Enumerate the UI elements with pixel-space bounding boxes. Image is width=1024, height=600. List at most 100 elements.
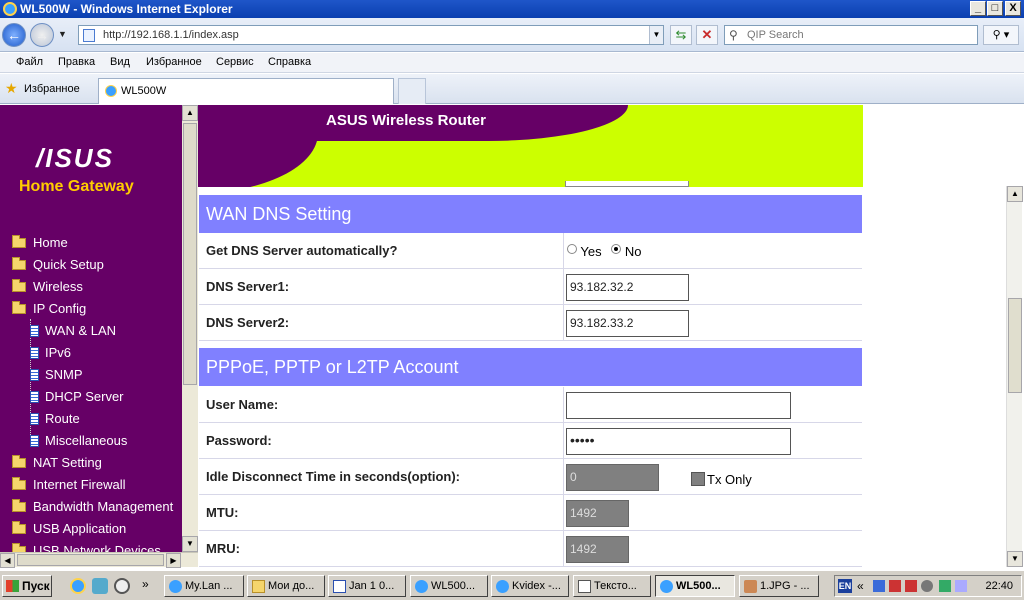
radio-no-label: No [624,244,642,259]
sidebar-item-miscellaneous[interactable]: Miscellaneous [30,433,127,448]
maximize-button[interactable]: □ [987,1,1003,16]
taskbar-button[interactable]: Тексто... [573,575,651,597]
address-field[interactable]: http://192.168.1.1/index.asp ▼ [78,25,664,45]
document-icon [333,580,346,593]
tx-only-checkbox[interactable] [691,472,705,486]
sidebar-item-wan-lan[interactable]: WAN & LAN [30,323,116,338]
scroll-down-icon[interactable]: ▼ [1007,551,1023,567]
taskbar-button-active[interactable]: WL500... [655,575,735,597]
close-button[interactable]: X [1005,1,1021,16]
address-dropdown-icon[interactable]: ▼ [649,26,663,44]
sidebar-item-nat-setting[interactable]: NAT Setting [12,455,102,470]
tray-expand-icon[interactable]: « [857,579,864,593]
sidebar-item-usb-network-devices[interactable]: USB Network Devices [12,543,161,552]
menu-view[interactable]: Вид [110,56,130,68]
refresh-button[interactable]: ⇆ [670,25,692,45]
sidebar-item-usb-application[interactable]: USB Application [12,521,126,536]
sidebar-vertical-scrollbar[interactable]: ▲ ▼ [182,105,198,552]
dns1-input[interactable]: 93.182.32.2 [566,274,689,301]
quicklaunch-more-icon[interactable]: » [142,577,149,591]
username-input[interactable] [566,392,791,419]
taskbar-button-label: My.Lan ... [185,580,233,592]
sidebar-item-ipv6[interactable]: IPv6 [30,345,71,360]
column-divider [563,269,564,304]
ie-icon [496,580,509,593]
dns1-label: DNS Server1: [206,279,290,294]
radio-yes[interactable] [567,244,577,254]
sidebar-item-snmp[interactable]: SNMP [30,367,83,382]
asus-logo: /ISUS [36,143,114,173]
radio-no[interactable] [611,244,622,254]
sidebar-item-ip-config[interactable]: IP Config [12,301,86,316]
page-vertical-scrollbar[interactable]: ▲ ▼ [1006,186,1023,567]
tab-wl500w[interactable]: WL500W [98,78,394,104]
new-tab-button[interactable] [398,78,426,104]
language-indicator[interactable]: EN [838,579,852,593]
ie-quicklaunch-icon[interactable] [70,578,86,594]
back-button[interactable]: ← [2,23,26,47]
media-quicklaunch-icon[interactable] [114,578,130,594]
taskbar-button[interactable]: 1.JPG - ... [739,575,819,597]
taskbar-button[interactable]: Kvidex -... [491,575,569,597]
sidebar-item-dhcp-server[interactable]: DHCP Server [30,389,124,404]
messenger-icon[interactable] [955,580,967,592]
tx-only-option[interactable]: Tx Only [691,472,752,487]
sidebar-item-internet-firewall[interactable]: Internet Firewall [12,477,125,492]
taskbar-button-label: Kvidex -... [512,580,561,592]
minimize-button[interactable]: _ [970,1,986,16]
scroll-up-icon[interactable]: ▲ [1007,186,1023,202]
section-title: WAN DNS Setting [206,204,352,224]
history-dropdown-icon[interactable]: ▼ [58,29,67,39]
sidebar-item-quick-setup[interactable]: Quick Setup [12,257,104,272]
network-disconnected-icon[interactable] [905,580,917,592]
scroll-down-icon[interactable]: ▼ [182,536,198,552]
taskbar-button[interactable]: Jan 1 0... [328,575,406,597]
dns2-input[interactable]: 93.182.33.2 [566,310,689,337]
scroll-right-icon[interactable]: ▶ [166,553,181,568]
scroll-up-icon[interactable]: ▲ [182,105,198,121]
network-disconnected-icon[interactable] [889,580,901,592]
password-input[interactable]: ••••• [566,428,791,455]
browser-quicklaunch-icon[interactable] [92,578,108,594]
menu-edit[interactable]: Правка [58,56,95,68]
mtu-input[interactable]: 1492 [566,500,629,527]
scroll-thumb[interactable] [17,554,164,566]
menu-help[interactable]: Справка [268,56,311,68]
forward-button[interactable]: → [30,23,54,47]
scroll-thumb[interactable] [183,123,197,385]
folder-icon [12,257,26,270]
router-banner: ASUS Wireless Router [198,105,863,187]
taskbar-button[interactable]: WL500... [410,575,488,597]
page-icon [83,29,95,42]
stop-button[interactable]: ✕ [696,25,718,45]
row-mtu: MTU: 1492 [199,495,862,531]
mru-input[interactable]: 1492 [566,536,629,563]
favorites-button[interactable]: Избранное [24,83,80,95]
sidebar-item-route[interactable]: Route [30,411,80,426]
sidebar-horizontal-scrollbar[interactable]: ◀ ▶ [0,552,198,568]
security-icon[interactable] [939,580,951,592]
menu-file[interactable]: Файл [16,56,43,68]
start-button[interactable]: Пуск [2,575,52,597]
page-icon [30,369,39,381]
scroll-thumb[interactable] [1008,298,1022,393]
dns-auto-label: Get DNS Server automatically? [206,243,398,258]
taskbar-button[interactable]: My.Lan ... [164,575,244,597]
scroll-left-icon[interactable]: ◀ [0,553,15,568]
favorites-star-icon[interactable]: ★ [5,80,18,97]
sidebar-item-wireless[interactable]: Wireless [12,279,83,294]
taskbar-button[interactable]: Мои до... [247,575,325,597]
sidebar-item-home[interactable]: Home [12,235,68,250]
menu-tools[interactable]: Сервис [216,56,254,68]
clock: 22:40 [985,580,1013,592]
sidebar-item-label: Quick Setup [33,257,104,272]
idle-input[interactable]: 0 [566,464,659,491]
volume-icon[interactable] [921,580,933,592]
banner-title: ASUS Wireless Router [326,112,486,129]
search-go-button[interactable]: ⚲ ▾ [983,25,1019,45]
sidebar-item-bandwidth-management[interactable]: Bandwidth Management [12,499,173,514]
network-icon[interactable] [873,580,885,592]
router-sidebar: /ISUS Home Gateway Home Quick Setup Wire… [0,105,182,552]
search-input[interactable]: ⚲ QIP Search [724,25,978,45]
menu-favorites[interactable]: Избранное [146,56,202,68]
